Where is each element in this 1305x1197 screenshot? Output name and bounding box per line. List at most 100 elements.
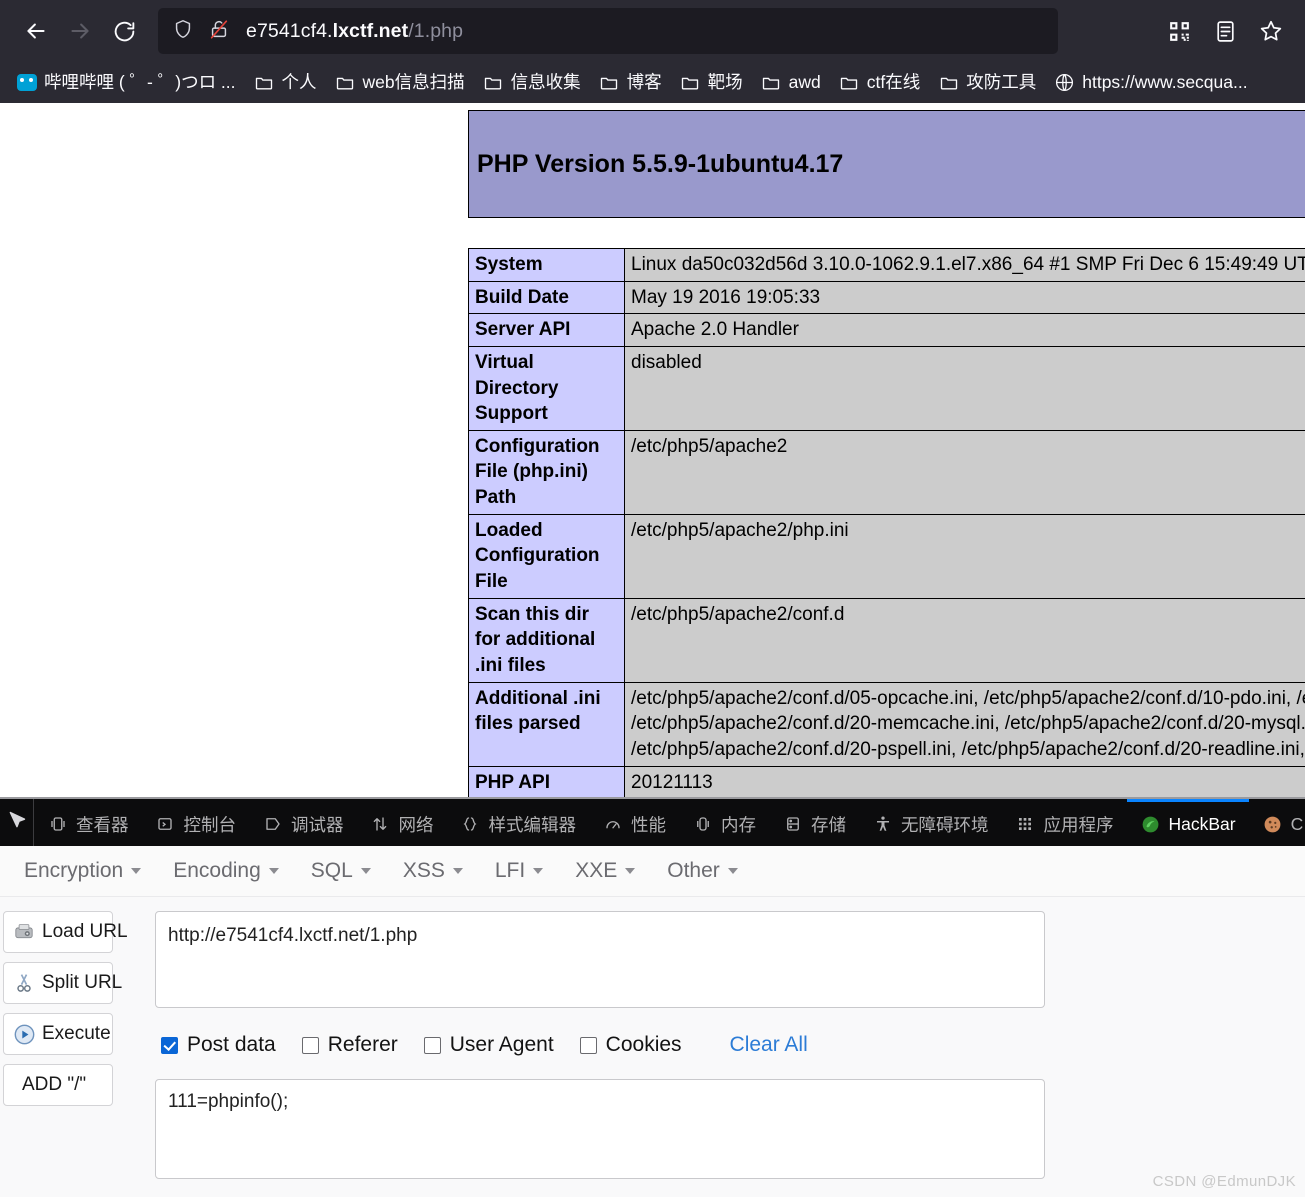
bookmark-item[interactable]: 攻防工具 xyxy=(930,68,1044,97)
bookmark-item[interactable]: ctf在线 xyxy=(831,68,928,97)
tab-style-editor[interactable]: 样式编辑器 xyxy=(447,799,590,846)
address-bar[interactable]: e7541cf4.lxctf.net/1.php xyxy=(158,8,1058,54)
table-cell-key: System xyxy=(469,249,625,282)
bookmark-star-button[interactable] xyxy=(1251,11,1291,51)
add-slash-button[interactable]: ADD "/" xyxy=(3,1064,113,1106)
tab-debugger[interactable]: 调试器 xyxy=(249,799,357,846)
folder-icon xyxy=(839,72,860,93)
phpinfo-table: System Linux da50c032d56d 3.10.0-1062.9.… xyxy=(468,248,1305,797)
bookmark-item[interactable]: https://www.secqua... xyxy=(1046,68,1255,97)
qr-code-icon xyxy=(1167,19,1192,44)
table-cell-value: /etc/php5/apache2/php.ini xyxy=(625,514,1305,598)
menu-sql[interactable]: SQL xyxy=(299,855,383,887)
reader-view-button[interactable] xyxy=(1205,11,1245,51)
checkbox-cookies[interactable]: Cookies xyxy=(580,1033,682,1057)
tab-accessibility[interactable]: 无障碍环境 xyxy=(859,799,1002,846)
tab-console[interactable]: 控制台 xyxy=(142,799,250,846)
load-url-button[interactable]: Load URL xyxy=(3,911,113,953)
qr-code-button[interactable] xyxy=(1159,11,1199,51)
post-data-input[interactable] xyxy=(155,1079,1045,1179)
menu-xxe[interactable]: XXE xyxy=(563,855,647,887)
reload-button[interactable] xyxy=(102,9,146,53)
forward-button[interactable] xyxy=(58,9,102,53)
application-icon xyxy=(1015,814,1036,835)
tab-memory[interactable]: 内存 xyxy=(679,799,769,846)
hackbar-panel: Encryption Encoding SQL XSS LFI xyxy=(0,846,1305,1197)
table-cell-value: /etc/php5/apache2 xyxy=(625,430,1305,514)
table-cell-key: Build Date xyxy=(469,281,625,314)
bookmark-item[interactable]: 个人 xyxy=(246,68,325,97)
table-row: Configuration File (php.ini) Path /etc/p… xyxy=(469,430,1305,514)
globe-icon xyxy=(1054,72,1075,93)
bookmarks-bar: 哔哩哔哩 ( ゜- ゜)つロ ... 个人 web信息扫描 信息收集 博客 靶场 xyxy=(0,62,1305,103)
checkbox-box[interactable] xyxy=(161,1037,178,1054)
back-button[interactable] xyxy=(14,9,58,53)
bookmark-item[interactable]: web信息扫描 xyxy=(327,68,473,97)
devtools-tabbar: 查看器 控制台 调试器 网络 样式编辑器 性能 xyxy=(0,799,1305,846)
split-url-button[interactable]: Split URL xyxy=(3,962,113,1004)
button-label: Execute xyxy=(42,1023,111,1045)
folder-icon xyxy=(680,72,701,93)
menu-lfi[interactable]: LFI xyxy=(483,855,555,887)
tab-hackbar[interactable]: HackBar xyxy=(1127,799,1249,846)
tab-inspector[interactable]: 查看器 xyxy=(34,799,142,846)
hackbar-action-buttons: Load URL Split URL Execute xyxy=(3,911,113,1184)
checkbox-user-agent[interactable]: User Agent xyxy=(424,1033,554,1057)
checkbox-referer[interactable]: Referer xyxy=(302,1033,398,1057)
chevron-down-icon xyxy=(728,868,738,874)
url-input[interactable] xyxy=(155,911,1045,1008)
tab-label: 内存 xyxy=(721,812,756,837)
checkbox-post-data[interactable]: Post data xyxy=(161,1033,276,1057)
tab-application[interactable]: 应用程序 xyxy=(1002,799,1127,846)
bookmark-item[interactable]: 博客 xyxy=(591,68,670,97)
chevron-down-icon xyxy=(361,868,371,874)
menu-xss[interactable]: XSS xyxy=(391,855,475,887)
folder-icon xyxy=(761,72,782,93)
split-url-icon xyxy=(13,972,35,994)
style-editor-icon xyxy=(460,814,481,835)
execute-icon xyxy=(13,1023,35,1045)
table-cell-key: Server API xyxy=(469,314,625,347)
tab-label: 无障碍环境 xyxy=(901,812,989,837)
bookmark-label: https://www.secqua... xyxy=(1082,74,1247,92)
tab-performance[interactable]: 性能 xyxy=(589,799,679,846)
network-icon xyxy=(370,814,391,835)
hackbar-body: Load URL Split URL Execute xyxy=(0,897,1305,1184)
bookmark-item[interactable]: awd xyxy=(753,68,829,97)
table-cell-key: Loaded Configuration File xyxy=(469,514,625,598)
tab-cookie-editor[interactable]: C xyxy=(1249,799,1305,846)
checkbox-box[interactable] xyxy=(302,1037,319,1054)
bookmark-item[interactable]: 信息收集 xyxy=(475,68,589,97)
chevron-down-icon xyxy=(533,868,543,874)
cookie-icon xyxy=(1262,814,1283,835)
folder-icon xyxy=(938,72,959,93)
bookmark-item[interactable]: 靶场 xyxy=(672,68,751,97)
tab-label: 性能 xyxy=(631,812,666,837)
menu-encoding[interactable]: Encoding xyxy=(161,855,291,887)
execute-button[interactable]: Execute xyxy=(3,1013,113,1055)
clear-all-link[interactable]: Clear All xyxy=(730,1033,808,1057)
button-label: Split URL xyxy=(42,972,122,994)
chevron-down-icon xyxy=(131,868,141,874)
tab-label: HackBar xyxy=(1169,814,1236,835)
chevron-down-icon xyxy=(625,868,635,874)
tab-storage[interactable]: 存储 xyxy=(769,799,859,846)
table-row: Virtual Directory Support disabled xyxy=(469,346,1305,430)
table-cell-value: May 19 2016 19:05:33 xyxy=(625,281,1305,314)
element-picker-button[interactable] xyxy=(0,799,34,846)
shield-icon[interactable] xyxy=(172,18,194,45)
menu-encryption[interactable]: Encryption xyxy=(12,855,153,887)
bookmark-item[interactable]: 哔哩哔哩 ( ゜- ゜)つロ ... xyxy=(8,68,244,97)
menu-label: Encryption xyxy=(24,859,123,883)
tab-label: 应用程序 xyxy=(1044,812,1114,837)
checkbox-box[interactable] xyxy=(580,1037,597,1054)
reader-view-icon xyxy=(1213,19,1238,44)
checkbox-box[interactable] xyxy=(424,1037,441,1054)
menu-label: Encoding xyxy=(173,859,261,883)
menu-other[interactable]: Other xyxy=(655,855,750,887)
tab-network[interactable]: 网络 xyxy=(357,799,447,846)
tab-label: 存储 xyxy=(811,812,846,837)
table-cell-key: Configuration File (php.ini) Path xyxy=(469,430,625,514)
hackbar-options-row: Post data Referer User Agent Cookie xyxy=(155,1033,1285,1057)
lock-broken-icon[interactable] xyxy=(208,18,230,45)
